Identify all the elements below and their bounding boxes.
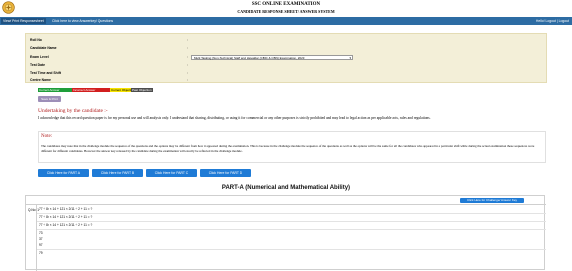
challenge-button[interactable]: Click Here for Challenge/ Answer Key: [460, 198, 524, 203]
separator: :: [187, 38, 188, 42]
part-c-button[interactable]: Click Here for PART C: [146, 169, 197, 177]
question-number-column: [26, 205, 37, 271]
page-header: SSC ONLINE EXAMINATION CANDIDATE RESPONS…: [0, 0, 572, 16]
note-text: The candidates may note that in the chal…: [41, 144, 535, 153]
undertaking-title: Undertaking by the candidate :-: [38, 108, 108, 114]
part-a-button[interactable]: Click Here for PART A: [38, 169, 89, 177]
label-roll-no: Roll No: [30, 38, 42, 42]
note-title: Note:: [41, 134, 53, 139]
top-navbar: View/ Print Responsesheet Click here to …: [0, 17, 572, 25]
question-text-line: 77 ÷ 8² × 14 + 121 × 2/11 ÷ 2 + 11 = ?: [39, 223, 93, 227]
legend-past-objection: Past Objection: [131, 88, 153, 92]
nav-logout[interactable]: Hello! Logout | Logout: [534, 18, 571, 24]
question-table-header: Click Here for Challenge/ Answer Key: [26, 196, 546, 205]
note-box: Note: The candidates may note that in th…: [38, 131, 546, 163]
nav-view-answerkey[interactable]: Click here to view Answerkey/ Questions: [50, 18, 115, 24]
part-title: PART-A (Numerical and Mathematical Abili…: [221, 185, 351, 191]
candidate-info-panel: Roll No : Candidate Name : Exam Level : …: [25, 33, 547, 83]
label-test-time: Test Time and Shift: [30, 71, 61, 75]
label-candidate-name: Candidate Name: [30, 46, 57, 50]
page-title: SSC ONLINE EXAMINATION: [251, 2, 321, 7]
label-test-date: Test Date: [30, 63, 46, 67]
page-subtitle: CANDIDATE RESPONSE SHEET/ ANSWER SYSTEM: [237, 9, 335, 14]
option-item: 79: [39, 251, 43, 255]
question-text-line: 77 ÷ 8² × 14 + 121 × 2/11 ÷ 2 + 11 = ?: [39, 207, 93, 211]
separator: :: [187, 78, 188, 82]
option-item: 73: [39, 231, 43, 235]
save-print-button[interactable]: Save & Print: [38, 96, 61, 102]
divider: [37, 221, 546, 222]
chevron-down-icon: ▾: [349, 56, 351, 60]
divider: [37, 249, 546, 250]
legend-correct-answer: Correct Answer: [38, 88, 72, 92]
part-d-button[interactable]: Click Here for PART D: [200, 169, 251, 177]
separator: :: [187, 46, 188, 50]
question-table: Click Here for Challenge/ Answer Key Q.N…: [25, 195, 546, 271]
label-centre-name: Centre Name: [30, 78, 51, 82]
divider: [37, 229, 546, 230]
exam-level-select[interactable]: Multi Tasking (Non-Technical) Staff and …: [191, 55, 353, 60]
label-exam-level: Exam Level: [30, 55, 49, 59]
option-item: 37: [39, 237, 43, 241]
undertaking-text: I acknowledge that this record question …: [38, 116, 431, 120]
separator: :: [187, 55, 188, 59]
nav-view-responsesheet[interactable]: View/ Print Responsesheet: [1, 18, 46, 24]
question-number: Q.No: 1: [28, 208, 39, 212]
legend-current-objection: Current Objection: [110, 88, 135, 92]
separator: :: [187, 63, 188, 67]
part-b-button[interactable]: Click Here for PART B: [92, 169, 143, 177]
legend-incorrect-answer: Incorrect Answer: [72, 88, 110, 92]
question-text-line: 77 ÷ 8² × 14 + 121 × 2/11 ÷ 2 + 11 = ?: [39, 215, 93, 219]
separator: :: [187, 71, 188, 75]
option-item: 97: [39, 243, 43, 247]
divider: [37, 213, 546, 214]
exam-level-selected: Multi Tasking (Non-Technical) Staff and …: [194, 56, 305, 60]
